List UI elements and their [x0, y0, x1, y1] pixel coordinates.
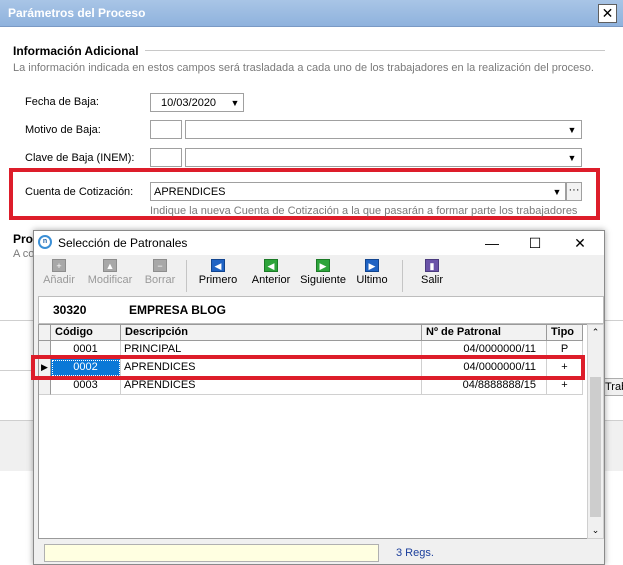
scrollbar-thumb[interactable]: [590, 377, 601, 517]
company-name: EMPRESA BLOG: [129, 303, 226, 317]
borrar-button[interactable]: − Borrar: [140, 259, 180, 293]
column-header-codigo[interactable]: Código: [51, 325, 121, 341]
chevron-down-icon[interactable]: ▼: [564, 150, 580, 166]
section-divider: [145, 50, 605, 51]
patronales-title-bar: n Selección de Patronales — ☐ ✕: [34, 231, 604, 255]
salir-label: Salir: [420, 274, 443, 286]
close-button[interactable]: ✕: [560, 233, 600, 253]
plus-icon: +: [52, 259, 66, 272]
salir-button[interactable]: ▮ Salir: [414, 259, 450, 293]
siguiente-button[interactable]: ▶ Siguiente: [298, 259, 348, 293]
chevron-down-icon[interactable]: ▼: [564, 122, 580, 138]
outer-divider-right: [605, 320, 623, 321]
process-section-title-partial: Pro: [13, 232, 34, 246]
section-title: Información Adicional: [13, 44, 139, 58]
primero-label: Primero: [198, 274, 238, 286]
clave-baja-select[interactable]: ▼: [185, 148, 582, 167]
app-logo-icon: n: [38, 235, 52, 249]
grid-header-indicator: [39, 325, 51, 341]
previous-record-icon: ◀: [264, 259, 278, 272]
cuenta-cotizacion-hint: Indique la nueva Cuenta de Cotización a …: [150, 205, 578, 217]
cuenta-cotizacion-label: Cuenta de Cotización:: [25, 186, 134, 198]
company-header: 30320 EMPRESA BLOG: [38, 296, 604, 324]
highlight-selected-row: [31, 355, 585, 380]
outer-divider-left: [0, 320, 33, 321]
chevron-down-icon[interactable]: ▼: [549, 184, 565, 200]
minimize-button[interactable]: —: [472, 233, 512, 253]
outer-title-bar: Parámetros del Proceso ✕: [0, 0, 623, 27]
fecha-baja-value: 10/03/2020: [161, 97, 217, 109]
motivo-baja-code-input[interactable]: [150, 120, 182, 139]
modificar-label: Modificar: [87, 274, 133, 286]
outer-trabajadores-tab-label: Trab: [605, 381, 623, 393]
outer-close-button[interactable]: ✕: [598, 4, 617, 23]
outer-footer-right: [605, 420, 623, 471]
last-record-icon: ▶: [365, 259, 379, 272]
borrar-label: Borrar: [144, 274, 176, 286]
outer-window-title: Parámetros del Proceso: [8, 6, 146, 20]
anadir-button[interactable]: + Añadir: [40, 259, 78, 293]
clave-baja-label: Clave de Baja (INEM):: [25, 152, 135, 164]
motivo-baja-select[interactable]: ▼: [185, 120, 582, 139]
exit-door-icon: ▮: [425, 259, 439, 272]
first-record-icon: ◀: [211, 259, 225, 272]
anadir-label: Añadir: [43, 274, 75, 286]
company-code: 30320: [53, 303, 87, 317]
cuenta-cotizacion-select[interactable]: APRENDICES ▼: [150, 182, 566, 201]
status-search-input[interactable]: [44, 544, 379, 562]
process-section-desc-partial: A co: [13, 248, 35, 260]
clave-baja-code-input[interactable]: [150, 148, 182, 167]
cuenta-browse-button[interactable]: ···: [566, 182, 582, 201]
anterior-button[interactable]: ◀ Anterior: [248, 259, 294, 293]
toolbar-separator: [402, 260, 403, 292]
toolbar-separator: [186, 260, 187, 292]
maximize-button[interactable]: ☐: [515, 233, 555, 253]
ultimo-button[interactable]: ▶ Ultimo: [352, 259, 392, 293]
ultimo-label: Ultimo: [356, 274, 388, 286]
scroll-up-icon[interactable]: ⌃: [589, 325, 602, 339]
modificar-button[interactable]: ▲ Modificar: [84, 259, 136, 293]
outer-divider-left-2: [0, 370, 33, 371]
triangle-up-icon: ▲: [103, 259, 117, 272]
cuenta-cotizacion-value: APRENDICES: [154, 186, 226, 198]
minus-icon: −: [153, 259, 167, 272]
anterior-label: Anterior: [251, 274, 291, 286]
outer-trabajadores-tab-partial[interactable]: Trab: [604, 378, 623, 396]
siguiente-label: Siguiente: [300, 274, 346, 286]
section-description: La información indicada en estos campos …: [13, 62, 594, 74]
scroll-down-icon[interactable]: ⌄: [589, 523, 602, 537]
record-count: 3 Regs.: [396, 547, 434, 559]
fecha-baja-picker[interactable]: 10/03/2020 ▼: [150, 93, 244, 112]
primero-button[interactable]: ◀ Primero: [198, 259, 238, 293]
chevron-down-icon[interactable]: ▼: [227, 95, 243, 111]
outer-footer-left: [0, 420, 33, 471]
column-header-descripcion[interactable]: Descripción: [121, 325, 422, 341]
patronales-window-title: Selección de Patronales: [58, 236, 188, 250]
patronales-window: n Selección de Patronales — ☐ ✕ + Añadir…: [33, 230, 605, 565]
grid-vertical-scrollbar[interactable]: ⌃ ⌄: [587, 324, 604, 539]
motivo-baja-label: Motivo de Baja:: [25, 124, 101, 136]
column-header-tipo[interactable]: Tipo: [547, 325, 583, 341]
next-record-icon: ▶: [316, 259, 330, 272]
fecha-baja-label: Fecha de Baja:: [25, 96, 99, 108]
column-header-patronal[interactable]: Nº de Patronal: [422, 325, 547, 341]
